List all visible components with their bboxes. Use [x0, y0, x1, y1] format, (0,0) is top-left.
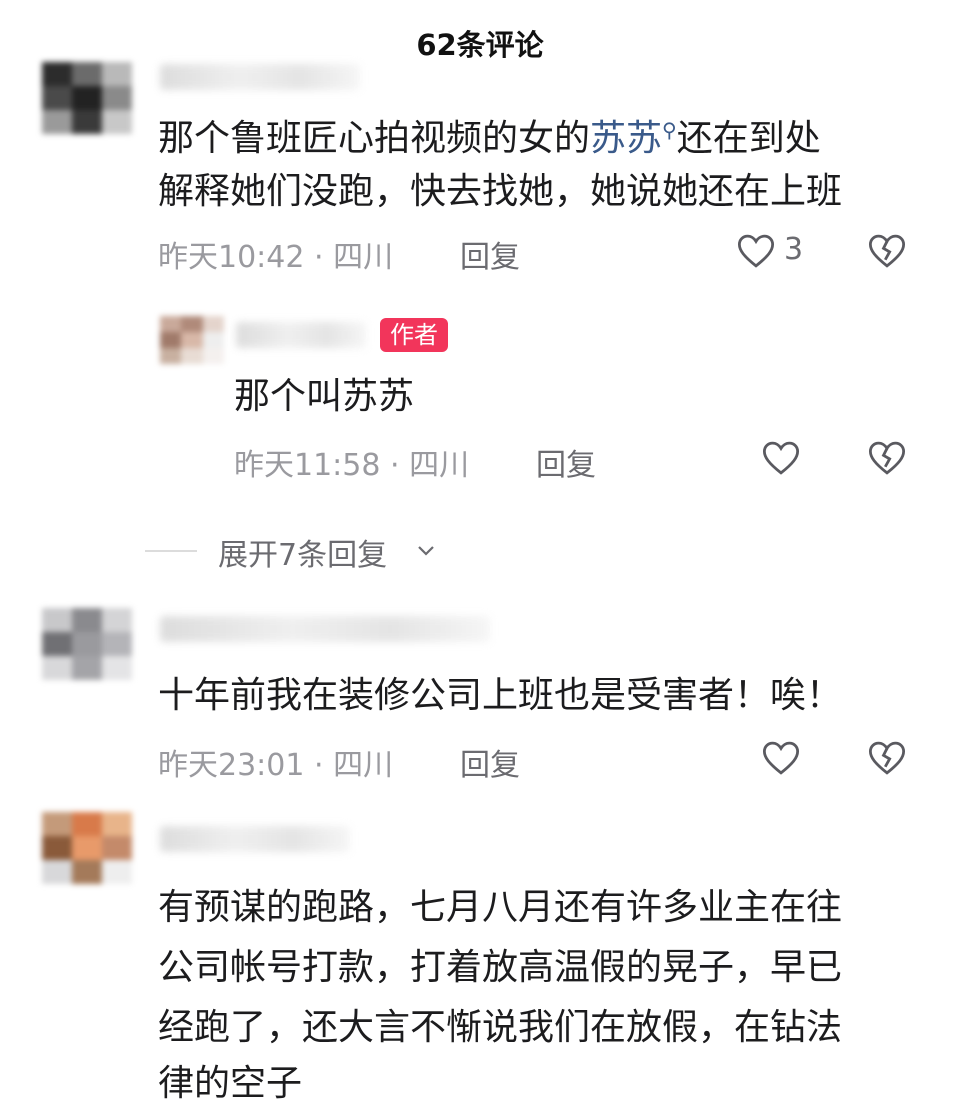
reply-button[interactable]: 回复: [460, 232, 520, 276]
comment-text: 十年前我在装修公司上班也是受害者！唉！: [158, 675, 843, 716]
avatar[interactable]: [42, 608, 132, 680]
username-redacted[interactable]: [160, 64, 360, 90]
comment-text: 公司帐号打款，打着放高温假的晃子，早已: [158, 947, 843, 988]
comment-text: 那个叫苏苏: [234, 376, 415, 417]
search-icon[interactable]: ⚲: [662, 118, 677, 142]
comment-text: 有预谋的跑路，七月八月还有许多业主在往: [158, 887, 843, 928]
like-icon[interactable]: [735, 230, 777, 272]
reply-button[interactable]: 回复: [536, 440, 596, 484]
comment-text: 经跑了，还大言不惭说我们在放假，在钻法: [158, 1007, 843, 1048]
like-icon[interactable]: [760, 437, 802, 479]
comment-text: 律的空子: [158, 1063, 303, 1104]
comment-meta: 昨天23:01 · 四川: [158, 748, 394, 783]
reply-button[interactable]: 回复: [460, 740, 520, 784]
like-count: 3: [784, 232, 804, 267]
chevron-down-icon[interactable]: [414, 538, 438, 562]
avatar[interactable]: [42, 62, 132, 134]
avatar[interactable]: [42, 812, 132, 884]
username-redacted[interactable]: [160, 616, 490, 642]
dislike-icon[interactable]: [866, 437, 908, 479]
comment-meta: 昨天10:42 · 四川: [158, 240, 394, 275]
avatar[interactable]: [160, 316, 224, 364]
comment-text: 解释她们没跑，快去找她，她说她还在上班: [158, 171, 843, 212]
username-redacted[interactable]: [160, 826, 350, 852]
comment-meta: 昨天11:58 · 四川: [234, 448, 470, 483]
dislike-icon[interactable]: [866, 737, 908, 779]
dislike-icon[interactable]: [866, 230, 908, 272]
divider: [145, 550, 197, 552]
username-redacted[interactable]: [236, 322, 366, 348]
expand-replies-button[interactable]: 展开7条回复: [218, 530, 387, 574]
author-badge: 作者: [380, 318, 448, 352]
mention-link[interactable]: 苏苏: [590, 118, 662, 159]
comments-count-title: 62条评论: [416, 28, 544, 62]
like-icon[interactable]: [760, 737, 802, 779]
